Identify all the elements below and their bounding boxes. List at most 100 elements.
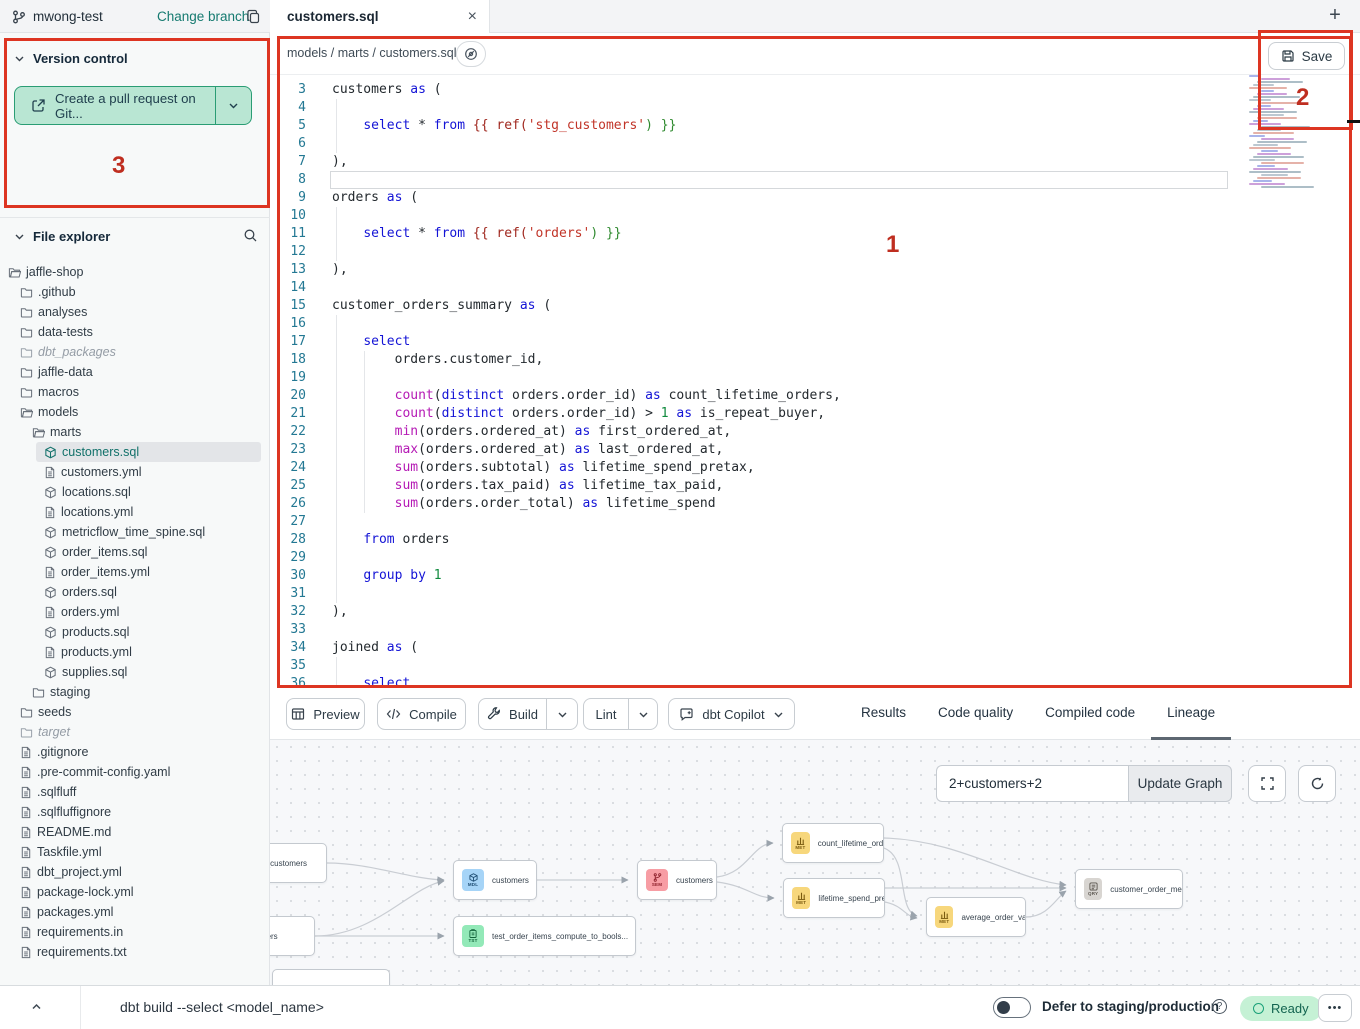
tab-code-quality[interactable]: Code quality <box>922 688 1029 740</box>
tree-item--github[interactable]: .github <box>0 282 270 302</box>
tree-item-analyses[interactable]: analyses <box>0 302 270 322</box>
tree-item--sqlfluffignore[interactable]: .sqlfluffignore <box>0 802 270 822</box>
tree-item--gitignore[interactable]: .gitignore <box>0 742 270 762</box>
close-icon[interactable]: × <box>468 9 477 25</box>
lineage-node-stg-customers[interactable]: stg_customers <box>270 843 327 883</box>
tab-results[interactable]: Results <box>845 688 922 740</box>
more-options-button[interactable]: ••• <box>1318 994 1352 1022</box>
status-badge[interactable]: Ready <box>1240 996 1322 1021</box>
tree-item-taskfile-yml[interactable]: Taskfile.yml <box>0 842 270 862</box>
tree-item-products-yml[interactable]: products.yml <box>0 642 270 662</box>
lineage-node-qry-customer-order-metrics[interactable]: QRYcustomer_order_metrics <box>1075 869 1183 909</box>
code-text: count(distinct orders.order_id) as count… <box>332 387 841 405</box>
file-explorer-header[interactable]: File explorer <box>0 225 270 247</box>
code-text: customers as ( <box>332 81 442 99</box>
chevron-up-icon[interactable] <box>30 1000 43 1013</box>
tree-item-dbt-project-yml[interactable]: dbt_project.yml <box>0 862 270 882</box>
tree-item-supplies-sql[interactable]: supplies.sql <box>0 662 270 682</box>
tree-item-customers-sql[interactable]: customers.sql <box>0 442 270 462</box>
version-control-header[interactable]: Version control <box>0 47 270 69</box>
tree-item-label: order_items.yml <box>61 565 150 579</box>
minimap-line <box>1261 114 1284 116</box>
build-button[interactable]: Build <box>479 699 546 729</box>
copy-icon[interactable] <box>246 9 261 24</box>
tree-item-label: locations.yml <box>61 505 133 519</box>
tree-item-locations-yml[interactable]: locations.yml <box>0 502 270 522</box>
editor-minimap[interactable] <box>1245 75 1323 195</box>
tree-item-orders-yml[interactable]: orders.yml <box>0 602 270 622</box>
tree-item-target[interactable]: target <box>0 722 270 742</box>
refresh-button[interactable] <box>1298 765 1336 802</box>
create-pull-request-button[interactable]: Create a pull request on Git... <box>14 86 252 125</box>
lineage-node-mdl-customers[interactable]: MDLcustomers <box>453 860 537 900</box>
help-icon[interactable]: ? <box>1212 999 1227 1014</box>
lineage-panel: stg_customersorders MDLcustomers TSTtest_o… <box>270 740 1360 985</box>
tab-compiled-code[interactable]: Compiled code <box>1029 688 1151 740</box>
tree-item-package-lock-yml[interactable]: package-lock.yml <box>0 882 270 902</box>
tree-item-order-items-sql[interactable]: order_items.sql <box>0 542 270 562</box>
build-dropdown-button[interactable] <box>546 699 577 729</box>
code-text: orders as ( <box>332 189 418 207</box>
code-text: sum(orders.tax_paid) as lifetime_tax_pai… <box>332 477 723 495</box>
tree-item-jaffle-data[interactable]: jaffle-data <box>0 362 270 382</box>
tree-item-customers-yml[interactable]: customers.yml <box>0 462 270 482</box>
tree-item-order-items-yml[interactable]: order_items.yml <box>0 562 270 582</box>
tab-customers-sql[interactable]: customers.sql × <box>270 0 490 33</box>
new-tab-button[interactable]: + <box>1322 2 1348 28</box>
save-button[interactable]: Save <box>1268 42 1345 70</box>
folder-icon <box>20 726 33 739</box>
lint-dropdown-button[interactable] <box>628 699 657 729</box>
tree-item--pre-commit-config-yaml[interactable]: .pre-commit-config.yaml <box>0 762 270 782</box>
code-text: ), <box>332 153 348 171</box>
code-line-20: 20 count(distinct orders.order_id) as co… <box>270 387 1360 405</box>
tree-item-requirements-txt[interactable]: requirements.txt <box>0 942 270 962</box>
dbt-copilot-button[interactable]: dbt Copilot <box>668 698 795 730</box>
tree-item-staging[interactable]: staging <box>0 682 270 702</box>
tree-item-locations-sql[interactable]: locations.sql <box>0 482 270 502</box>
defer-toggle[interactable] <box>993 997 1031 1018</box>
tab-lineage[interactable]: Lineage <box>1151 688 1231 740</box>
tree-item--sqlfluff[interactable]: .sqlfluff <box>0 782 270 802</box>
create-pull-request-main[interactable]: Create a pull request on Git... <box>15 87 215 124</box>
lineage-node-sem-customers[interactable]: SEMcustomers <box>637 860 717 900</box>
tree-item-marts[interactable]: marts <box>0 422 270 442</box>
code-text: select * from {{ ref('orders') }} <box>332 225 622 243</box>
chevron-down-icon <box>638 709 649 720</box>
code-area[interactable]: 23customers as (45 select * from {{ ref(… <box>270 75 1360 688</box>
copilot-breadcrumb-button[interactable] <box>456 41 486 67</box>
compile-button[interactable]: Compile <box>377 698 466 730</box>
tree-item-dbt-packages[interactable]: dbt_packages <box>0 342 270 362</box>
tree-item-label: README.md <box>37 825 111 839</box>
tree-item-label: Taskfile.yml <box>37 845 102 859</box>
preview-button[interactable]: Preview <box>286 698 365 730</box>
tree-item-readme-md[interactable]: README.md <box>0 822 270 842</box>
lineage-selector-input[interactable] <box>936 765 1128 802</box>
met-node-icon: MET <box>935 906 953 928</box>
lineage-node-met-lifetime-spend-pretax[interactable]: METlifetime_spend_pretax <box>783 878 885 918</box>
search-icon[interactable] <box>243 228 258 243</box>
pr-dropdown-button[interactable] <box>215 87 251 124</box>
tree-item-products-sql[interactable]: products.sql <box>0 622 270 642</box>
tab-title: customers.sql <box>287 9 379 24</box>
change-branch-link[interactable]: Change branch <box>157 9 249 24</box>
tree-item-macros[interactable]: macros <box>0 382 270 402</box>
tree-item-orders-sql[interactable]: orders.sql <box>0 582 270 602</box>
update-graph-button[interactable]: Update Graph <box>1128 765 1232 802</box>
tree-item-jaffle-shop[interactable]: jaffle-shop <box>0 262 270 282</box>
lint-button[interactable]: Lint <box>584 699 628 729</box>
tree-item-seeds[interactable]: seeds <box>0 702 270 722</box>
tree-item-packages-yml[interactable]: packages.yml <box>0 902 270 922</box>
lineage-node-orders[interactable]: orders <box>270 916 315 956</box>
tree-item-data-tests[interactable]: data-tests <box>0 322 270 342</box>
code-text: select * from {{ ref('stg_customers') }} <box>332 117 676 135</box>
lineage-node-met-average-order-value[interactable]: METaverage_order_value <box>926 897 1026 937</box>
lineage-node-met-count-lifetime-orders[interactable]: METcount_lifetime_orders <box>782 823 884 863</box>
tree-item-models[interactable]: models <box>0 402 270 422</box>
tree-item-metricflow-time-spine-sql[interactable]: metricflow_time_spine.sql <box>0 522 270 542</box>
fullscreen-button[interactable] <box>1248 765 1286 802</box>
tree-item-label: jaffle-shop <box>26 265 83 279</box>
tree-item-requirements-in[interactable]: requirements.in <box>0 922 270 942</box>
lineage-node-tst-test-order-items-compute-to-bools-[interactable]: TSTtest_order_items_compute_to_bools... <box>453 916 636 956</box>
code-line-25: 25 sum(orders.tax_paid) as lifetime_tax_… <box>270 477 1360 495</box>
lineage-node-partial[interactable] <box>272 969 390 985</box>
